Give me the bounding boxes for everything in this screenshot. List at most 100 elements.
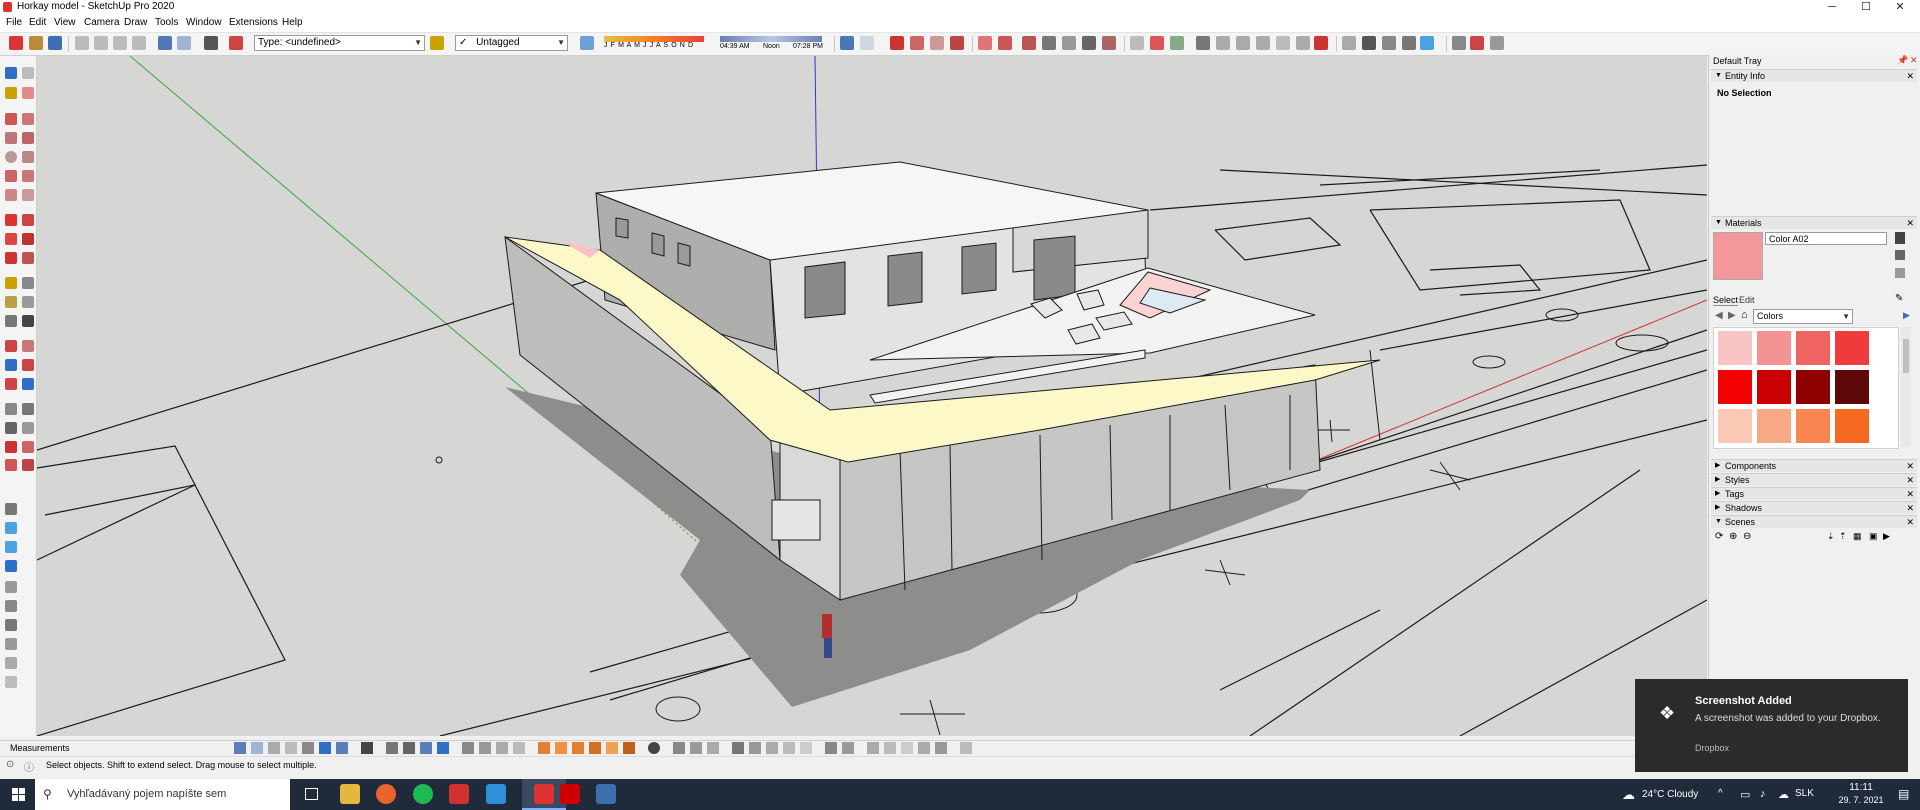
extension-warehouse-icon[interactable] (910, 36, 924, 50)
shaded-style-icon[interactable] (285, 742, 297, 754)
close-button[interactable]: ✕ (1885, 0, 1915, 15)
shadows-toggle-icon[interactable] (580, 36, 594, 50)
sandbox-contours-icon[interactable] (538, 742, 550, 754)
follow-me-icon[interactable] (22, 233, 34, 245)
tray-close-icon[interactable]: ✕ (1910, 55, 1918, 66)
folder-icon[interactable] (340, 784, 360, 804)
network-icon[interactable]: ▭ (1740, 788, 1750, 801)
xray-toggle-icon[interactable] (234, 742, 246, 754)
zoom-window-icon[interactable] (22, 359, 34, 371)
smoove-tool-icon[interactable] (572, 742, 584, 754)
print-icon[interactable] (204, 36, 218, 50)
geo-location-icon[interactable] (1342, 36, 1356, 50)
preferences-icon[interactable] (960, 742, 972, 754)
back-arrow-icon[interactable]: ◀ (1715, 310, 1723, 321)
two-point-arc-icon[interactable] (22, 170, 34, 182)
panel-close-icon[interactable]: ✕ (1906, 70, 1914, 82)
view-top-icon[interactable] (998, 36, 1012, 50)
undo-icon[interactable] (158, 36, 172, 50)
scene-menu-icon[interactable]: ▶ (1883, 531, 1890, 542)
render-style-icon[interactable] (336, 742, 348, 754)
material-swatch[interactable] (1835, 331, 1869, 365)
styles-header[interactable]: ▶ Styles ✕ (1711, 473, 1917, 486)
smoove-icon[interactable] (5, 581, 17, 593)
look-tool-icon[interactable] (690, 742, 702, 754)
arrow-right-icon[interactable] (5, 503, 17, 515)
pie-icon[interactable] (5, 189, 17, 201)
firefox-icon[interactable] (376, 784, 396, 804)
section-plane-icon[interactable] (840, 36, 854, 50)
components-header[interactable]: ▶ Components ✕ (1711, 459, 1917, 472)
intersect-icon[interactable] (935, 742, 947, 754)
position-texture-icon[interactable] (867, 742, 879, 754)
line-tool-icon[interactable] (5, 113, 17, 125)
show-details-icon[interactable]: ▣ (1869, 531, 1878, 542)
panel-close-icon[interactable]: ✕ (1906, 516, 1914, 528)
weather-text[interactable]: 24°C Cloudy (1642, 789, 1698, 800)
share-model-icon[interactable] (930, 36, 944, 50)
clock-icon[interactable] (648, 742, 660, 754)
union-icon[interactable] (479, 742, 491, 754)
entity-info-header[interactable]: ▼ Entity Info ✕ (1711, 69, 1917, 82)
dimension-icon[interactable] (1470, 36, 1484, 50)
material-swatch[interactable] (1718, 370, 1752, 404)
tape-measure-icon[interactable] (5, 277, 17, 289)
arc-icon[interactable] (5, 170, 17, 182)
panel-close-icon[interactable]: ✕ (1906, 217, 1914, 229)
walk-icon[interactable] (5, 422, 17, 434)
material-swatch[interactable] (1757, 331, 1791, 365)
tag-manager-icon[interactable] (430, 36, 444, 50)
shaded-textures-icon[interactable] (1236, 36, 1250, 50)
hidden-line-icon[interactable] (1196, 36, 1210, 50)
menu-tools[interactable]: Tools (155, 17, 178, 28)
circle-icon[interactable] (5, 151, 17, 163)
weather-cloud-icon[interactable]: ☁ (1622, 787, 1635, 803)
save-icon[interactable] (48, 36, 62, 50)
time-slider[interactable] (720, 36, 822, 42)
layers-panel-icon[interactable] (842, 742, 854, 754)
sandbox-icon[interactable] (1420, 36, 1434, 50)
material-swatch[interactable] (1796, 331, 1830, 365)
solid-tools-icon[interactable] (462, 742, 474, 754)
panel-close-icon[interactable]: ✕ (1906, 502, 1914, 514)
layout-tool-icon[interactable] (22, 459, 34, 471)
windows-start-icon[interactable] (12, 788, 25, 801)
section-cut-icon[interactable] (783, 742, 795, 754)
tab-select[interactable]: Select (1713, 295, 1739, 306)
view-right-icon[interactable] (1042, 36, 1056, 50)
move-icon[interactable] (5, 214, 17, 226)
text-tool-icon[interactable] (22, 296, 34, 308)
layout-icon[interactable] (950, 36, 964, 50)
fog-tool-icon[interactable] (707, 742, 719, 754)
back-edges-icon[interactable] (1150, 36, 1164, 50)
menu-extensions[interactable]: Extensions (229, 17, 278, 28)
pin-icon[interactable]: 📌 (1897, 55, 1908, 66)
view-bottom-icon[interactable] (1102, 36, 1116, 50)
minimize-button[interactable]: ─ (1817, 0, 1847, 15)
position-camera-icon[interactable] (5, 403, 17, 415)
erase-icon[interactable] (132, 36, 146, 50)
tray-expand-icon[interactable]: ^ (1718, 788, 1723, 799)
trim-icon[interactable] (513, 742, 525, 754)
material-swatch[interactable] (1718, 448, 1752, 449)
three-point-arc-icon[interactable] (22, 189, 34, 201)
current-material-swatch[interactable] (1713, 232, 1763, 280)
freehand-icon[interactable] (22, 113, 34, 125)
clock-date[interactable]: 29. 7. 2021 (1834, 795, 1888, 805)
move-up-icon[interactable]: ⇡ (1839, 531, 1847, 542)
section-fill-icon[interactable] (766, 742, 778, 754)
rotated-rectangle-icon[interactable] (22, 132, 34, 144)
acrobat-icon[interactable] (449, 784, 469, 804)
remove-scene-icon[interactable]: ⊖ (1743, 531, 1751, 542)
calculator-icon[interactable] (596, 784, 616, 804)
create-material-icon[interactable] (1895, 232, 1905, 244)
label-icon[interactable] (749, 742, 761, 754)
scenes-header[interactable]: ▼ Scenes ✕ (1711, 515, 1917, 528)
outliner-icon[interactable] (825, 742, 837, 754)
shadows-header[interactable]: ▶ Shadows ✕ (1711, 501, 1917, 514)
style-icon[interactable] (1276, 36, 1290, 50)
rectangle-icon[interactable] (5, 132, 17, 144)
material-swatch[interactable] (1718, 331, 1752, 365)
maximize-button[interactable]: ☐ (1851, 0, 1881, 15)
guides-icon[interactable] (1490, 36, 1504, 50)
